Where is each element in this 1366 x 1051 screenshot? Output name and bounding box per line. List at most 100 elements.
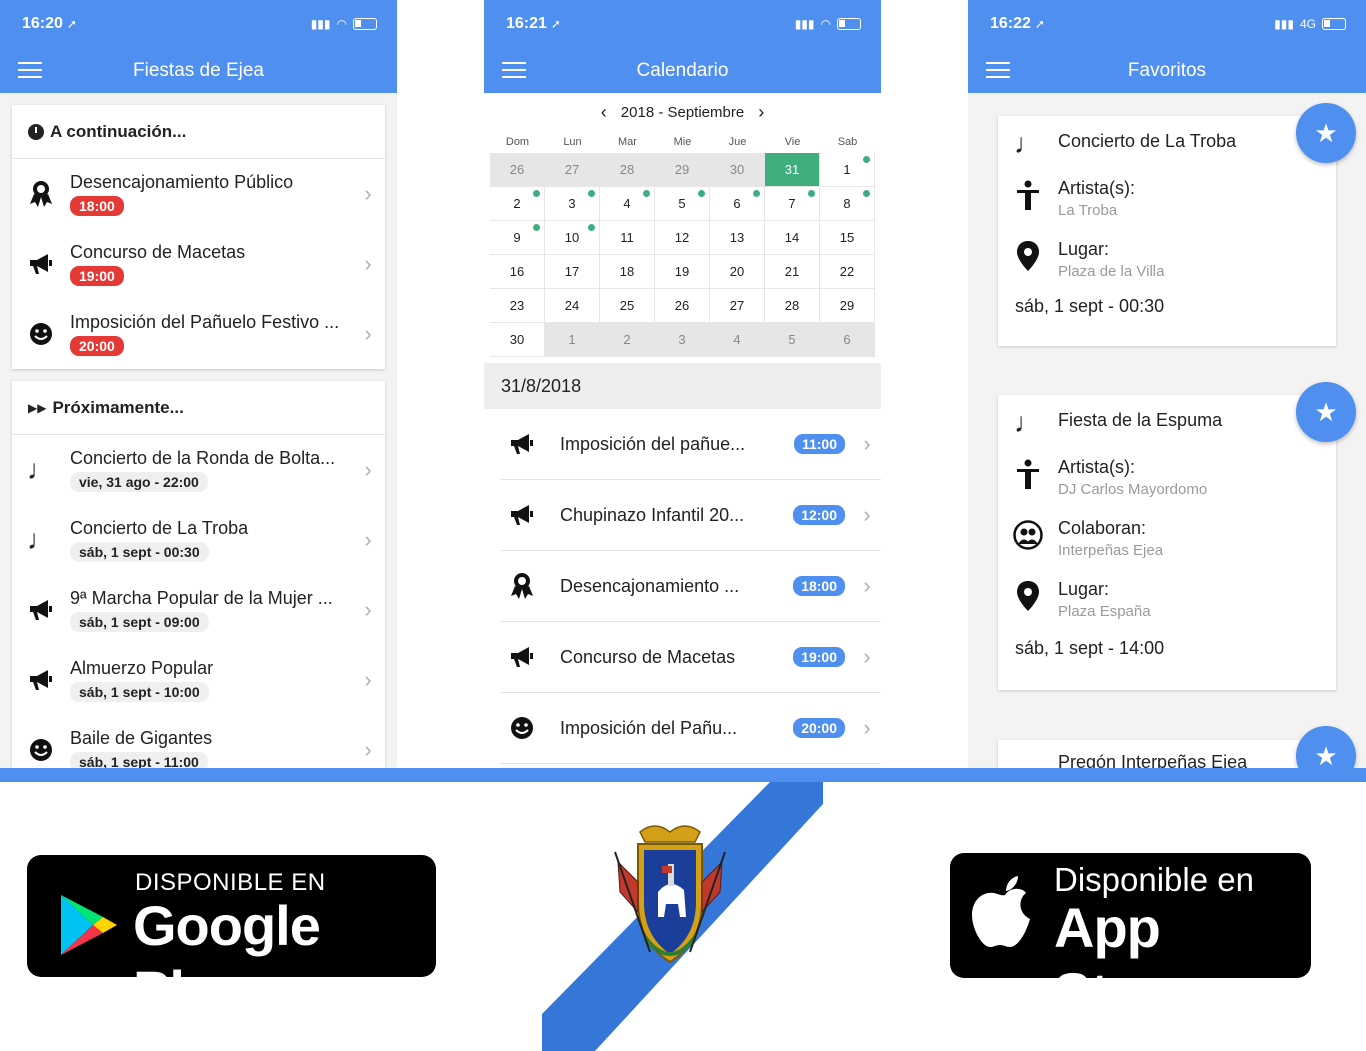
calendar-day[interactable]: 28: [765, 289, 820, 323]
star-icon[interactable]: ★: [1296, 103, 1356, 163]
calendar-day[interactable]: 17: [545, 255, 600, 289]
event-row[interactable]: Concurso de Macetas 19:00 ›: [12, 229, 385, 299]
event-row[interactable]: ♩ Concierto de la Ronda de Bolta... vie,…: [12, 435, 385, 505]
calendar-day-number: 28: [784, 298, 800, 313]
chevron-right-icon: ›: [863, 644, 871, 669]
event-row[interactable]: Imposición del pañue... 11:00 ›: [500, 409, 881, 480]
event-title: Concierto de La Troba: [70, 518, 249, 538]
calendar-day[interactable]: 24: [545, 289, 600, 323]
calendar-day[interactable]: 25: [600, 289, 655, 323]
music-note-icon: ♩: [1014, 407, 1042, 438]
event-row[interactable]: 9ª Marcha Popular de la Mujer ... sáb, 1…: [12, 575, 385, 645]
clock-icon: [28, 123, 44, 140]
megaphone-icon: [12, 252, 70, 276]
event-dot-indicator: [698, 190, 705, 197]
location-arrow-icon: ➚: [1034, 17, 1045, 31]
calendar-day[interactable]: 9: [490, 221, 545, 255]
calendar-day[interactable]: 10: [545, 221, 600, 255]
chevron-left-icon[interactable]: ‹: [601, 102, 607, 123]
network-label: 4G: [1299, 17, 1316, 31]
event-title: Imposición del Pañu...: [560, 717, 738, 738]
calendar-day-number: 25: [619, 298, 635, 313]
app-store-badge[interactable]: Disponible en App Store: [950, 853, 1311, 1024]
event-time-badge: 11:00: [793, 434, 845, 454]
favorite-title: Pregón Interpeñas Ejea: [1058, 752, 1248, 768]
calendar-day[interactable]: 26: [655, 289, 710, 323]
favorite-card[interactable]: ♩ Concierto de La Troba Artista(s): La T…: [998, 116, 1336, 346]
event-row[interactable]: Almuerzo Popular sáb, 1 sept - 10:00 ›: [12, 645, 385, 715]
calendar-day[interactable]: 1: [820, 153, 875, 187]
event-row[interactable]: ♩ Concierto de La Troba sáb, 1 sept - 00…: [12, 505, 385, 575]
calendar-day[interactable]: 19: [655, 255, 710, 289]
menu-icon[interactable]: [502, 62, 526, 78]
calendar-day[interactable]: 29: [655, 153, 710, 187]
calendar-day[interactable]: 3: [545, 187, 600, 221]
calendar-day[interactable]: 6: [820, 323, 875, 357]
event-row[interactable]: Imposición del Pañu... 20:00 ›: [500, 693, 881, 764]
calendar-day[interactable]: 14: [765, 221, 820, 255]
calendar-day[interactable]: 27: [545, 153, 600, 187]
event-row[interactable]: Desencajonamiento ... 18:00 ›: [500, 551, 881, 622]
event-row[interactable]: Chupinazo Infantil 20... 12:00 ›: [500, 480, 881, 551]
calendar-day-selected[interactable]: 31: [765, 153, 820, 187]
calendar-day-number: 14: [784, 230, 800, 245]
chevron-right-icon[interactable]: ›: [758, 102, 764, 123]
event-date-badge: sáb, 1 sept - 11:00: [70, 752, 208, 768]
calendar-day[interactable]: 22: [820, 255, 875, 289]
calendar-day[interactable]: 6: [710, 187, 765, 221]
calendar-day[interactable]: 4: [600, 187, 655, 221]
calendar-day[interactable]: 7: [765, 187, 820, 221]
menu-icon[interactable]: [18, 62, 42, 78]
calendar-day[interactable]: 16: [490, 255, 545, 289]
chevron-right-icon: ›: [364, 527, 372, 552]
event-row[interactable]: Imposición del Pañuelo Festivo ... 20:00…: [12, 299, 385, 369]
calendar-day[interactable]: 5: [765, 323, 820, 357]
calendar-day[interactable]: 3: [655, 323, 710, 357]
calendar-day[interactable]: 2: [600, 323, 655, 357]
calendar-day[interactable]: 28: [600, 153, 655, 187]
page-title: Favoritos: [1127, 59, 1207, 81]
calendar-day[interactable]: 11: [600, 221, 655, 255]
calendar-day[interactable]: 8: [820, 187, 875, 221]
event-row[interactable]: Baile de Gigantes sáb, 1 sept - 11:00 ›: [12, 715, 385, 768]
calendar-day[interactable]: 5: [655, 187, 710, 221]
calendar-day[interactable]: 23: [490, 289, 545, 323]
calendar-day[interactable]: 12: [655, 221, 710, 255]
favorite-card[interactable]: Pregón Interpeñas Ejea: [998, 740, 1336, 768]
event-dot-indicator: [808, 190, 815, 197]
calendar-day[interactable]: 30: [710, 153, 765, 187]
menu-icon[interactable]: [986, 62, 1010, 78]
chevron-right-icon: ›: [364, 737, 372, 762]
event-row[interactable]: Concurso de Macetas 19:00 ›: [500, 622, 881, 693]
star-icon[interactable]: ★: [1296, 726, 1356, 768]
calendar-day[interactable]: 27: [710, 289, 765, 323]
calendar-day[interactable]: 21: [765, 255, 820, 289]
calendar-day[interactable]: 4: [710, 323, 765, 357]
music-note-icon: ♩: [27, 524, 55, 555]
weekday-label: Vie: [784, 136, 801, 148]
calendar-day[interactable]: 2: [490, 187, 545, 221]
google-play-badge[interactable]: DISPONIBLE EN Google Play: [27, 855, 436, 1022]
calendar-day[interactable]: 26: [490, 153, 545, 187]
app-store-small-text: Disponible en: [1054, 861, 1254, 898]
calendar-day[interactable]: 29: [820, 289, 875, 323]
star-icon[interactable]: ★: [1296, 382, 1356, 442]
artist-value: DJ Carlos Mayordomo: [1058, 481, 1208, 498]
event-row[interactable]: Desencajonamiento Público 18:00 ›: [12, 159, 385, 229]
calendar-day-number: 28: [619, 162, 635, 177]
calendar-day-number: 29: [839, 298, 855, 313]
calendar-day[interactable]: 20: [710, 255, 765, 289]
favorite-card[interactable]: ♩ Fiesta de la Espuma Artista(s): DJ Car…: [998, 395, 1336, 690]
app-bar: 16:22 ➚ ▮▮▮ 4G Favoritos: [968, 0, 1366, 93]
calendar-day-number: 12: [674, 230, 690, 245]
calendar-day[interactable]: 30: [490, 323, 545, 357]
calendar-day[interactable]: 18: [600, 255, 655, 289]
location-pin-icon: [1012, 239, 1044, 271]
event-time-badge: 20:00: [70, 336, 124, 356]
calendar-day[interactable]: 1: [545, 323, 600, 357]
calendar-day[interactable]: 15: [820, 221, 875, 255]
calendar-day[interactable]: 13: [710, 221, 765, 255]
calendar-day-number: 30: [729, 162, 745, 177]
status-bar: 16:21 ➚ ▮▮▮ ◠: [484, 0, 881, 48]
event-dot-indicator: [588, 190, 595, 197]
